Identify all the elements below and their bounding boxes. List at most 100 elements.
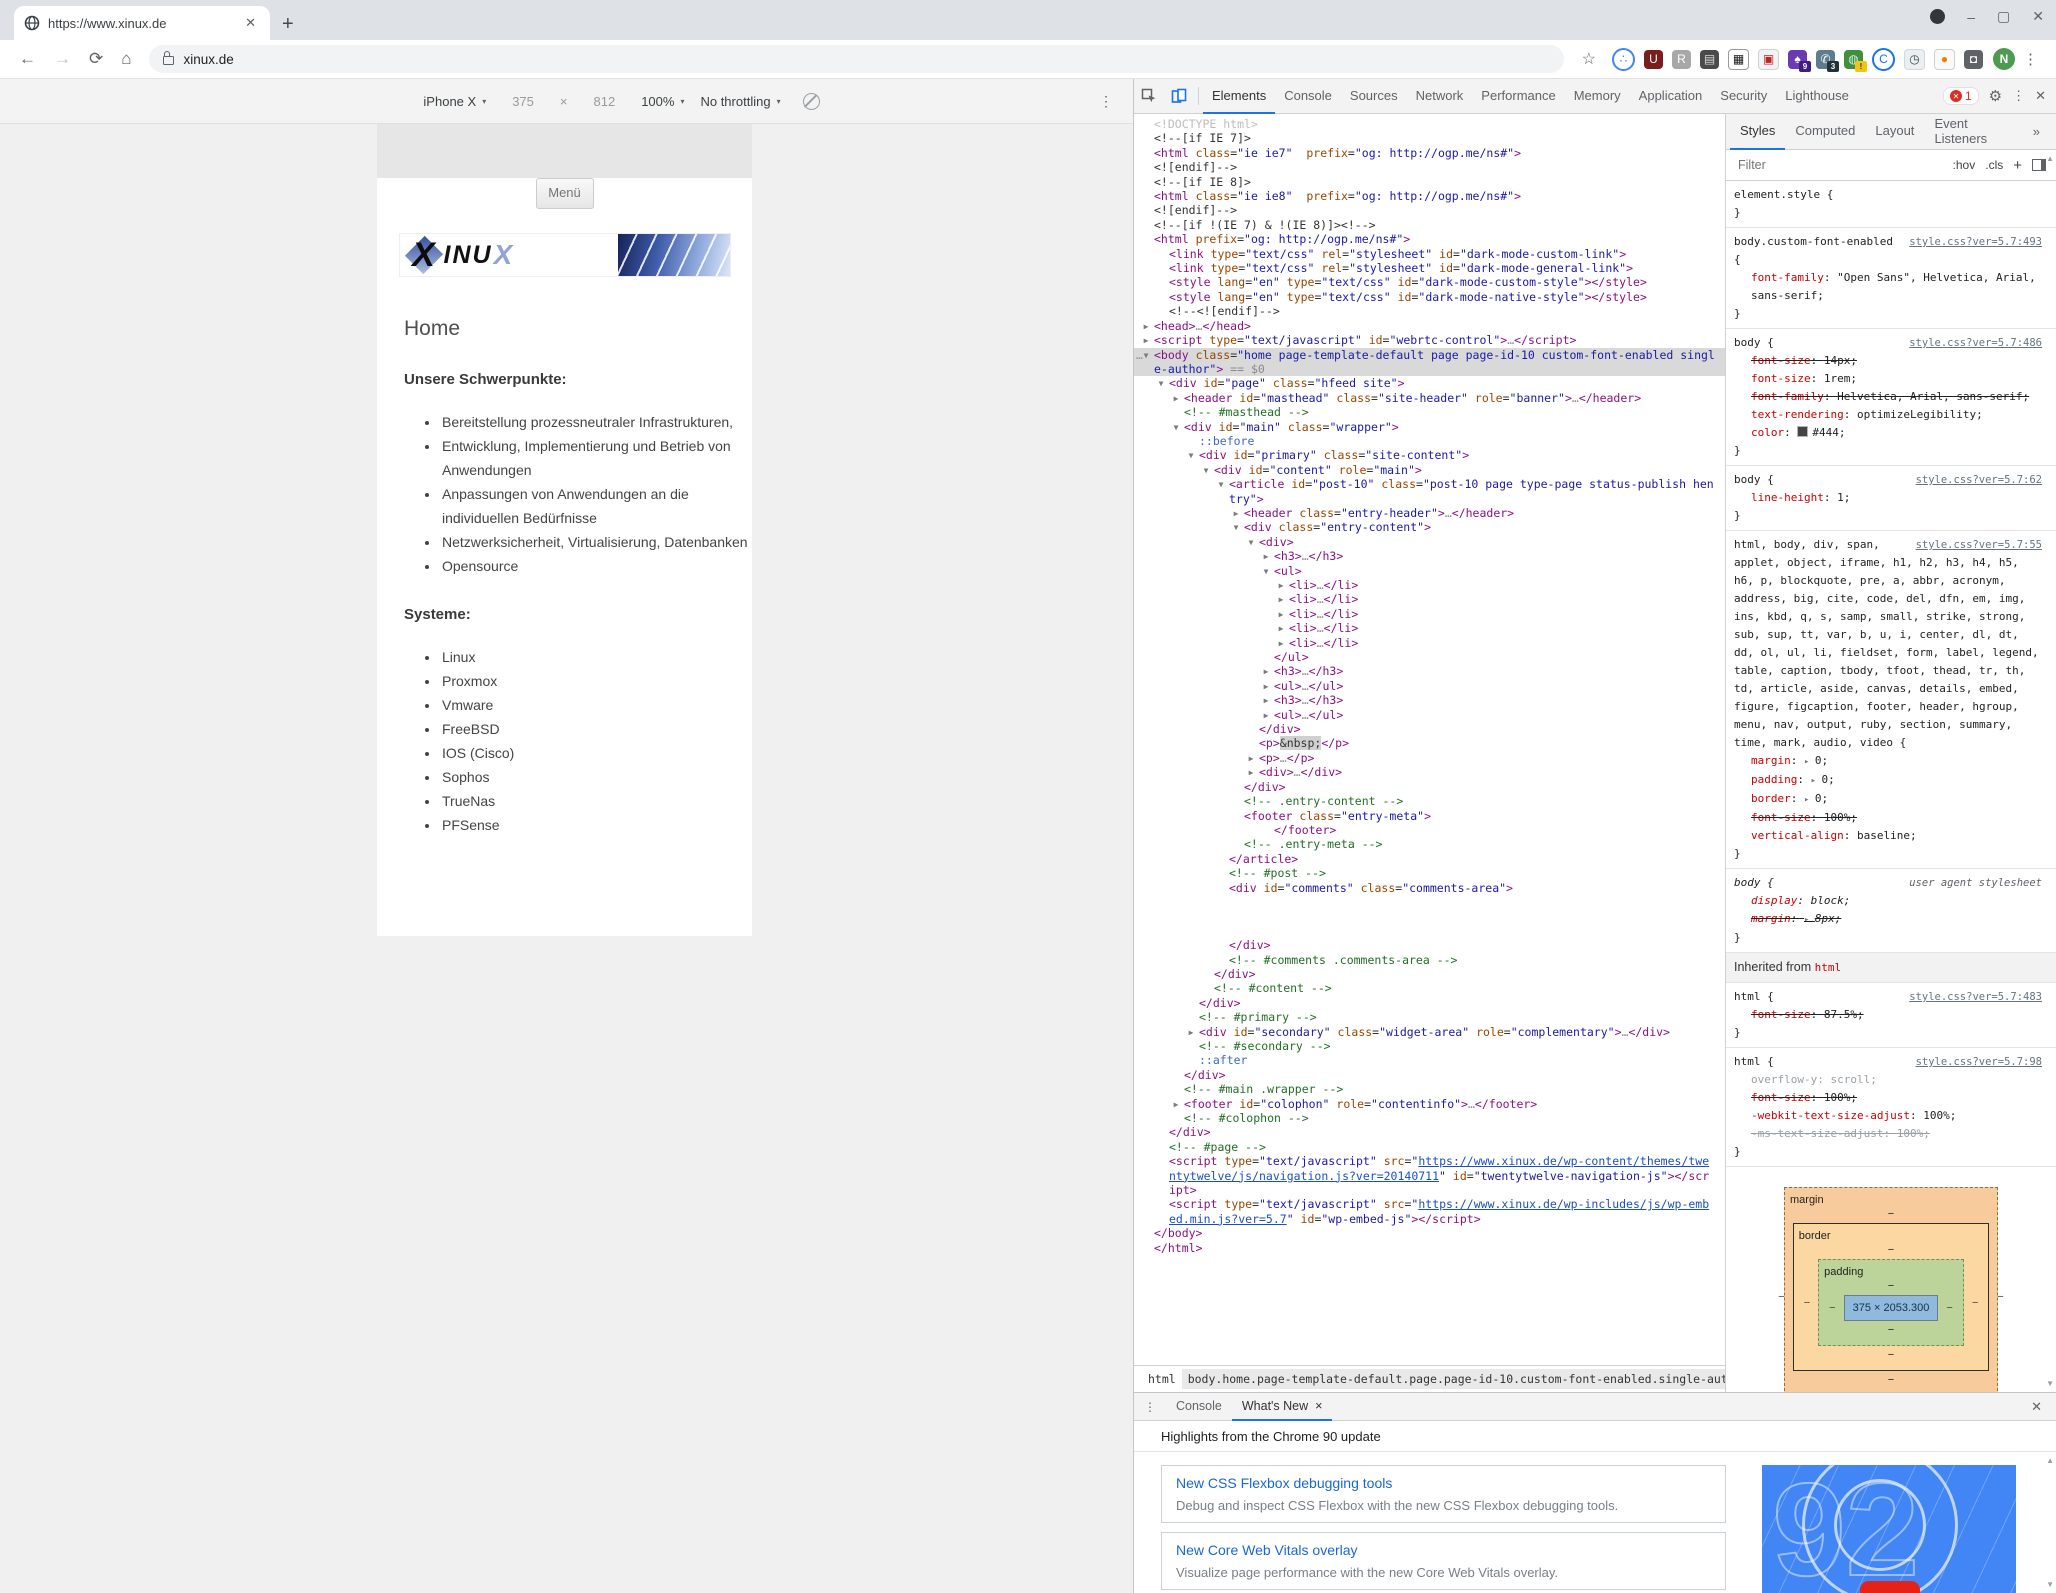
css-selector[interactable]: body.custom-font-enabled { [1734, 235, 1900, 266]
home-button[interactable]: ⌂ [112, 49, 140, 69]
mouse-icon[interactable]: ● [1934, 48, 1955, 70]
twisty-icon[interactable]: ▶ [1261, 709, 1271, 723]
device-select[interactable]: iPhone X ▾ [423, 94, 486, 109]
spades-icon[interactable]: ♠ 9 [1788, 49, 1811, 72]
css-property[interactable]: font-size: 100%; [1734, 1089, 2042, 1107]
site-menu-button[interactable]: Menü [535, 178, 594, 209]
dom-tree-node[interactable]: ▶ <li>…</li> [1134, 607, 1725, 621]
dom-tree-node[interactable]: <!--<![endif]--> [1134, 304, 1725, 318]
settings-gear-icon[interactable]: ⚙ [1989, 87, 2002, 105]
twisty-icon[interactable]: ▶ [1261, 550, 1271, 564]
boxmodel-padding[interactable]: padding − −375 × 2053.300− − [1818, 1259, 1964, 1346]
dom-tree-node[interactable]: <!-- .entry-content --> [1134, 794, 1725, 808]
twisty-icon[interactable]: ▼ [1171, 421, 1181, 435]
css-rule[interactable]: style.css?ver=5.7:486 body {font-size: 14… [1726, 329, 2056, 466]
dom-tree-node[interactable]: ▼ <div> [1134, 535, 1725, 549]
drawer-tab-console[interactable]: Console [1166, 1393, 1232, 1421]
dom-tree-node[interactable]: ▼ <div id="content" role="main"> [1134, 463, 1725, 477]
dom-tree-node[interactable]: ▶ <h3>…</h3> [1134, 693, 1725, 707]
dom-tree-node[interactable]: ▶ <ul>…</ul> [1134, 679, 1725, 693]
dom-tree-node[interactable]: <p>&nbsp;</p> [1134, 736, 1725, 751]
sidebar-tab-layout[interactable]: Layout [1865, 114, 1924, 150]
sidebar-layout-icon[interactable] [2032, 159, 2046, 171]
dom-tree-node[interactable]: ▶ <li>…</li> [1134, 592, 1725, 606]
viewport-width-input[interactable]: 375 [502, 90, 544, 112]
new-tab-button[interactable]: + [282, 13, 294, 40]
photos-icon[interactable]: ▣ [1758, 48, 1779, 70]
twisty-icon[interactable]: ▼ [1246, 536, 1256, 550]
tab-close-icon[interactable]: ✕ [241, 15, 260, 31]
tab-close-icon[interactable]: × [1315, 1399, 1322, 1413]
dom-tree-node[interactable]: <div id="comments" class="comments-area"… [1134, 881, 1725, 895]
dom-tree-node[interactable]: <!-- .entry-meta --> [1134, 837, 1725, 851]
card-title-link[interactable]: New Core Web Vitals overlay [1176, 1542, 1711, 1558]
drawer-tab-what-s-new[interactable]: What's New × [1231, 1393, 1333, 1421]
dom-tree-node[interactable]: ▼ <ul> [1134, 564, 1725, 578]
twisty-icon[interactable]: ▶ [1261, 665, 1271, 679]
sidebar-tab-styles[interactable]: Styles [1730, 114, 1786, 150]
css-selector[interactable]: html { [1734, 990, 1774, 1003]
twisty-icon[interactable]: ▶ [1231, 507, 1241, 521]
error-badge[interactable]: ✕ 1 [1942, 87, 1979, 105]
twisty-icon[interactable]: ▼ [1186, 449, 1196, 463]
boxmodel-border[interactable]: border − − padding − −375 × 2053.300− − − − [1792, 1223, 1990, 1371]
twisty-icon[interactable]: ▼ [1231, 521, 1241, 535]
dom-tree-node[interactable]: <link type="text/css" rel="stylesheet" i… [1134, 247, 1725, 261]
css-rule[interactable]: style.css?ver=5.7:98 html {overflow-y: sc… [1726, 1048, 2056, 1167]
css-property[interactable]: vertical-align: baseline; [1734, 827, 2042, 845]
twisty-icon[interactable]: ▼ [1216, 478, 1226, 492]
dom-tree-node[interactable]: ▼ <div id="primary" class="site-content"> [1134, 448, 1725, 462]
twisty-icon[interactable]: ▶ [1171, 392, 1181, 406]
filter-input[interactable] [1736, 157, 1943, 173]
device-toolbar-toggle-icon[interactable] [1164, 88, 1194, 104]
dom-tree-node[interactable]: </html> [1134, 1241, 1725, 1255]
twisty-icon[interactable]: ▼ [1201, 464, 1211, 478]
rotate-icon[interactable] [802, 92, 820, 110]
dom-tree-node[interactable]: <![endif]--> [1134, 160, 1725, 174]
dom-tree-node[interactable]: <!DOCTYPE html> [1134, 117, 1725, 131]
dom-tree-node[interactable]: <style lang="en" type="text/css" id="dar… [1134, 275, 1725, 289]
twisty-icon[interactable]: ▶ [1261, 680, 1271, 694]
dom-tree-node[interactable]: <html class="ie ie8" prefix="og: http://… [1134, 189, 1725, 203]
twisty-icon[interactable]: ▶ [1171, 1098, 1181, 1112]
device-toolbar-menu-icon[interactable]: ⋮ [1099, 93, 1113, 110]
whats-new-card[interactable]: New CSS Flexbox debugging tools Debug and… [1161, 1465, 1727, 1523]
dom-tree-node[interactable]: ::before [1134, 434, 1725, 448]
dom-tree-node[interactable]: ▼ <div class="entry-content"> [1134, 520, 1725, 534]
stylesheet-link[interactable]: style.css?ver=5.7:486 [1909, 334, 2042, 352]
dom-tree-node[interactable]: <![endif]--> [1134, 203, 1725, 217]
breadcrumb-item[interactable]: html [1142, 1369, 1182, 1389]
scroll-up-icon[interactable]: ▲ [2046, 154, 2054, 163]
css-rule[interactable]: style.css?ver=5.7:62 body {line-height: 1… [1726, 466, 2056, 531]
dom-tree-node[interactable]: ▶ <li>…</li> [1134, 578, 1725, 592]
drawer-close-icon[interactable]: ✕ [2031, 1399, 2056, 1415]
twisty-icon[interactable]: ▶ [1276, 637, 1286, 651]
stylesheet-link[interactable]: style.css?ver=5.7:98 [1916, 1053, 2042, 1071]
dom-tree-node[interactable]: ▼ <div id="page" class="hfeed site"> [1134, 376, 1725, 390]
css-property[interactable]: text-rendering: optimizeLegibility; [1734, 406, 2042, 424]
devtools-tab-memory[interactable]: Memory [1565, 79, 1630, 114]
dom-tree-node[interactable]: </body> [1134, 1226, 1725, 1240]
devtools-tab-elements[interactable]: Elements [1203, 79, 1276, 114]
boxmodel-content[interactable]: 375 × 2053.300 [1843, 1295, 1939, 1321]
twisty-icon[interactable]: ▶ [1276, 579, 1286, 593]
dom-tree-node[interactable]: ▶ <header id="masthead" class="site-heade… [1134, 391, 1725, 405]
dom-tree-node[interactable]: <!-- #main .wrapper --> [1134, 1082, 1725, 1096]
sidebar-tab-computed[interactable]: Computed [1785, 114, 1865, 150]
dom-tree-node[interactable]: <!--[if IE 7]> [1134, 131, 1725, 145]
dom-tree-node[interactable]: ::after [1134, 1053, 1725, 1067]
inherited-from-node[interactable]: html [1815, 961, 1842, 974]
site-logo[interactable]: X INU X [398, 233, 731, 277]
stylesheet-link[interactable]: style.css?ver=5.7:55 [1916, 536, 2042, 554]
devtools-tab-performance[interactable]: Performance [1472, 79, 1564, 114]
share-icon[interactable]: ∴ [1612, 47, 1635, 71]
dom-tree-node[interactable]: </div> [1134, 1068, 1725, 1082]
css-rule[interactable]: element.style {} [1726, 181, 2056, 228]
back-button[interactable]: ← [10, 49, 45, 69]
dom-tree-node[interactable]: ▶ <li>…</li> [1134, 636, 1725, 650]
dom-tree-node[interactable]: ▶ <h3>…</h3> [1134, 664, 1725, 678]
twisty-icon[interactable]: ▶ [1246, 766, 1256, 780]
devtools-tab-security[interactable]: Security [1711, 79, 1776, 114]
dom-tree-node[interactable]: <html prefix="og: http://ogp.me/ns#"> [1134, 232, 1725, 246]
css-selector[interactable]: body { [1734, 336, 1774, 349]
